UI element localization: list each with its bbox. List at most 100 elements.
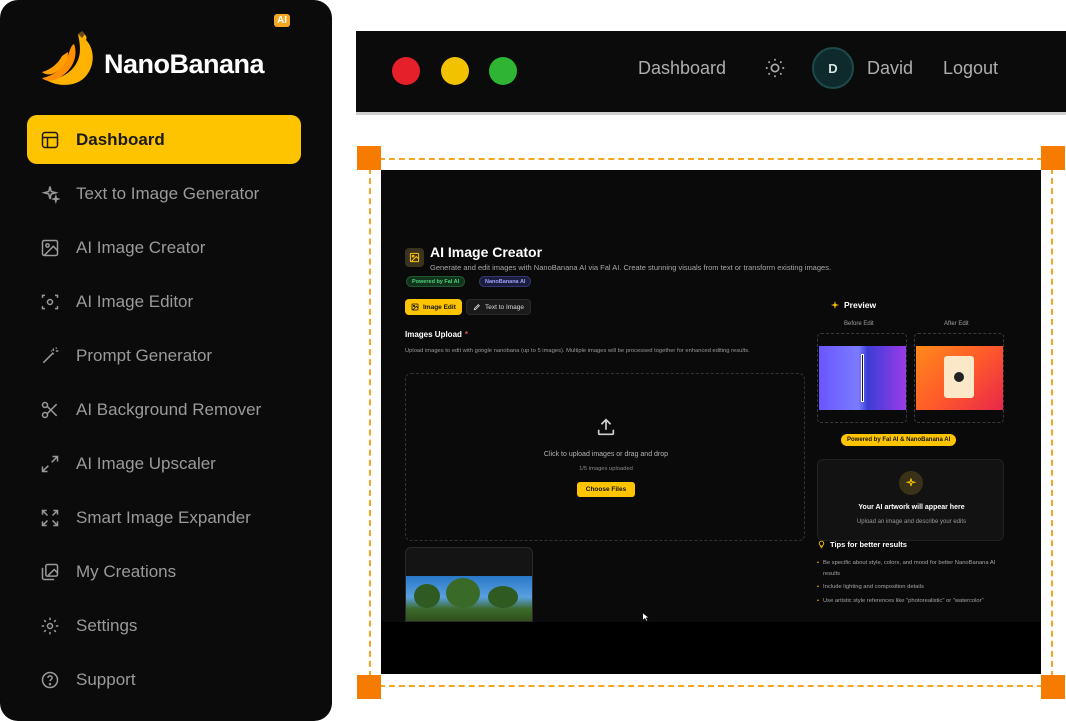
app-screenshot: AI Image Creator Generate and edit image… [381,170,1041,674]
screenshot-bottom-band [381,622,1041,674]
avatar[interactable]: D [812,47,854,89]
maximize-icon [39,507,61,529]
banana-logo-icon [38,30,102,92]
gear-icon [39,615,61,637]
after-image [916,346,1003,410]
image-icon [39,237,61,259]
resize-handle-bottom-right[interactable] [1041,675,1065,699]
arrows-expand-icon [39,453,61,475]
sidebar-item-label: AI Image Creator [76,237,206,257]
after-edit-label: After Edit [944,321,969,327]
polaroid-shape [944,356,974,398]
tips-title-text: Tips for better results [830,540,907,549]
artwork-placeholder-card: Your AI artwork will appear here Upload … [817,459,1004,541]
tree-shape [446,578,480,608]
upload-label-text: Images Upload [405,330,462,339]
tab-label: Image Edit [423,303,456,311]
list-item: Use artistic style references like "phot… [817,596,1007,607]
pencil-icon [473,304,480,311]
powered-by-badge: Powered by Fal AI & NanoBanana AI [841,434,957,446]
page-subtitle: Generate and edit images with NanoBanana… [430,263,832,272]
sidebar-item-background-remover[interactable]: AI Background Remover [27,385,301,434]
before-edit-label: Before Edit [844,321,874,327]
dropzone-text: Click to upload images or drag and drop [543,451,669,458]
upload-icon [597,418,615,436]
scan-edit-icon [39,291,61,313]
artwork-title: Your AI artwork will appear here [858,504,965,511]
page-title: AI Image Creator [430,244,543,260]
sidebar-item-label: Support [76,669,136,689]
choose-files-button[interactable]: Choose Files [577,482,635,497]
help-circle-icon [39,669,61,691]
logout-button[interactable]: Logout [943,58,998,79]
upload-dropzone[interactable]: Click to upload images or drag and drop … [405,373,805,541]
tab-label: Text to Image [485,303,525,311]
sidebar-item-label: Dashboard [76,129,165,149]
layout-icon [39,129,61,151]
sidebar-item-support[interactable]: Support [27,655,301,704]
sidebar-item-label: Prompt Generator [76,345,213,365]
before-image [819,346,906,410]
before-edit-preview[interactable] [817,333,907,423]
sidebar-item-settings[interactable]: Settings [27,601,301,650]
sidebar-item-dashboard[interactable]: Dashboard [27,115,301,164]
window-maximize-dot[interactable] [489,57,517,85]
after-edit-preview[interactable] [914,333,1004,423]
resize-handle-top-right[interactable] [1041,146,1065,170]
sidebar-item-label: AI Image Upscaler [76,453,216,473]
tab-image-edit[interactable]: Image Edit [405,299,462,315]
window-close-dot[interactable] [392,57,420,85]
artwork-subtitle: Upload an image and describe your edits [856,519,967,525]
uploaded-image-thumbnail[interactable] [405,547,533,622]
sidebar-item-label: Smart Image Expander [76,507,251,527]
sidebar-item-label: AI Background Remover [76,399,262,419]
upload-count: 1/5 images uploaded [579,466,633,472]
user-name[interactable]: David [867,58,913,79]
list-item: Include lighting and composition details [817,582,1007,593]
sidebar-item-label: Text to Image Generator [76,183,260,203]
brand-name: NanoBanana [104,48,265,79]
scissors-icon [39,399,61,421]
sidebar-item-smart-expander[interactable]: Smart Image Expander [27,493,301,542]
sidebar-item-prompt-generator[interactable]: Prompt Generator [27,331,301,380]
sidebar-item-ai-image-creator[interactable]: AI Image Creator [27,223,301,272]
mouse-cursor-icon [642,612,650,622]
sidebar-nav: Dashboard Text to Image Generator AI Ima… [27,115,301,709]
preview-title: Preview [830,300,876,310]
sparkles-icon [830,300,840,310]
resize-handle-bottom-left[interactable] [357,675,381,699]
sidebar: NanoBanana AI Dashboard Text to Image Ge… [0,0,332,721]
sidebar-item-label: My Creations [76,561,177,581]
resize-handle-top-left[interactable] [357,146,381,170]
sidebar-item-my-creations[interactable]: My Creations [27,547,301,596]
upload-description: Upload images to edit with google nanoba… [405,348,750,354]
tips-list: Be specific about style, colors, and moo… [817,558,1007,609]
sparkles-icon [899,471,923,495]
sidebar-item-label: Settings [76,615,138,635]
magic-wand-icon [39,345,61,367]
images-upload-label: Images Upload * [405,330,468,339]
window-minimize-dot[interactable] [441,57,469,85]
tree-shape [414,584,440,608]
fal-badge: Powered by Fal AI [406,276,466,287]
list-item: Be specific about style, colors, and moo… [817,558,1007,579]
sidebar-item-ai-image-editor[interactable]: AI Image Editor [27,277,301,326]
compare-slider [861,354,864,402]
image-icon [411,303,419,311]
sidebar-item-text-to-image[interactable]: Text to Image Generator [27,169,301,218]
required-mark: * [464,330,469,339]
tab-text-to-image[interactable]: Text to Image [466,299,532,315]
ai-badge: AI [274,14,290,27]
sparkles-icon [39,183,61,205]
sidebar-item-image-upscaler[interactable]: AI Image Upscaler [27,439,301,488]
lightbulb-icon [818,540,825,549]
sun-icon[interactable] [764,57,786,79]
preview-title-text: Preview [844,300,877,310]
tree-shape [488,586,518,608]
brand-logo[interactable]: NanoBanana [38,30,265,92]
uploaded-photo [406,576,532,621]
tips-title: Tips for better results [817,540,907,549]
topbar-dashboard-link[interactable]: Dashboard [638,58,726,79]
lens-dot [954,372,964,382]
gallery-icon [39,561,61,583]
